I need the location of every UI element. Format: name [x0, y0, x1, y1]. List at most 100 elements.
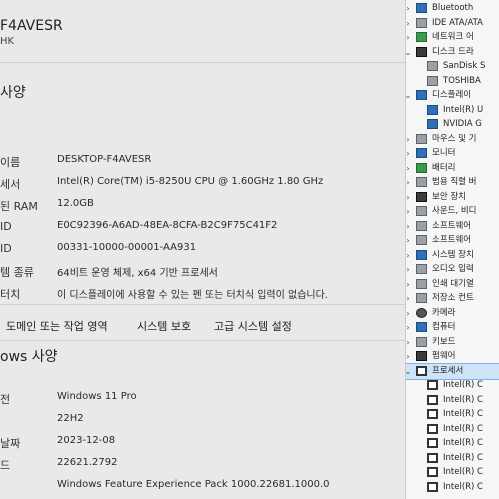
tree-node[interactable]: › 마우스 및 기 [406, 132, 499, 147]
tree-node-label: 인쇄 대기열 [432, 278, 474, 289]
chevron-right-icon[interactable]: › [406, 335, 412, 350]
tree-node-label: 컴퓨터 [432, 322, 456, 332]
chevron-right-icon[interactable]: › [406, 146, 412, 161]
spec-value-pen-touch: 이 디스플레이에 사용할 수 있는 펜 또는 터치식 입력이 없습니다. [57, 290, 328, 301]
chevron-right-icon[interactable]: › [406, 1, 412, 16]
tree-node[interactable]: › 네트워크 어 [406, 30, 499, 45]
spec-label-device-id: ID [0, 220, 12, 233]
tree-node[interactable]: › 모니터 [406, 146, 499, 161]
chevron-right-icon[interactable]: › [406, 277, 412, 292]
tree-node[interactable]: Intel(R) C [406, 422, 499, 437]
chevron-right-icon[interactable]: › [406, 132, 412, 147]
tree-node[interactable]: Intel(R) C [406, 436, 499, 451]
chevron-right-icon[interactable]: › [406, 320, 412, 335]
tree-node-label: Intel(R) C [443, 438, 483, 448]
system-about-panel: F4AVESR HK 사양 이름 DESKTOP-F4AVESR 세서 Inte… [0, 0, 405, 499]
tree-node[interactable]: › 펌웨어 [406, 349, 499, 364]
cpu-icon [427, 394, 438, 405]
chevron-right-icon[interactable]: › [406, 190, 412, 205]
tree-node[interactable]: Intel(R) C [406, 378, 499, 393]
chevron-right-icon[interactable]: › [406, 233, 412, 248]
usb-icon [416, 177, 427, 187]
tree-node-label: 모니터 [432, 148, 456, 158]
tree-node[interactable]: › Bluetooth [406, 1, 499, 16]
tree-node-label: 사운드, 비디 [432, 206, 477, 216]
network-adapter-icon [416, 32, 427, 42]
tree-node-label: 범용 직렬 버 [432, 177, 477, 187]
tree-node[interactable]: ⌄ 디스플레이 [406, 88, 499, 103]
tree-node-label: 디스플레이 [432, 90, 472, 100]
device-manager-tree[interactable]: › Bluetooth › IDE ATA/ATA › 네트워크 어 ⌄ 디스크 드라 SanD… [405, 0, 499, 499]
tree-node[interactable]: › 배터리 [406, 161, 499, 176]
tree-node[interactable]: › 범용 직렬 버 [406, 175, 499, 190]
link-advanced-system-settings[interactable]: 고급 시스템 설정 [214, 318, 292, 334]
tree-node[interactable]: › 사운드, 비디 [406, 204, 499, 219]
tree-node[interactable]: › 저장소 컨트 [406, 291, 499, 306]
device-model-subtitle: HK [0, 36, 15, 47]
tree-node-label: 프로세서 [432, 365, 464, 376]
tree-node[interactable]: › 시스템 장치 [406, 248, 499, 263]
tree-node[interactable]: › 카메라 [406, 306, 499, 321]
tree-node[interactable]: Intel(R) U [406, 103, 499, 118]
divider [0, 304, 405, 305]
chevron-right-icon[interactable]: › [406, 349, 412, 364]
tree-node-label: 저장소 컨트 [432, 293, 474, 303]
chevron-right-icon[interactable]: › [406, 248, 412, 263]
sound-icon [416, 206, 427, 216]
chevron-right-icon[interactable]: › [406, 262, 412, 277]
software-device-icon [416, 235, 427, 245]
tree-node[interactable]: ⌄ 디스크 드라 [406, 45, 499, 60]
chevron-right-icon[interactable]: › [406, 306, 412, 321]
win-spec-value-edition: Windows 11 Pro [57, 391, 137, 402]
chevron-down-icon[interactable]: ⌄ [406, 364, 412, 379]
tree-node[interactable]: › IDE ATA/ATA [406, 16, 499, 31]
tree-node[interactable]: Intel(R) C [406, 480, 499, 495]
device-spec-title: 사양 [0, 85, 26, 101]
tree-node[interactable]: Intel(R) C [406, 407, 499, 422]
tree-node-label: 소프트웨어 [432, 235, 472, 245]
tree-node[interactable]: › 보안 장치 [406, 190, 499, 205]
tree-node[interactable]: › 소프트웨어 [406, 219, 499, 234]
tree-node[interactable]: Intel(R) C [406, 393, 499, 408]
tree-node[interactable]: › 오디오 입력 [406, 262, 499, 277]
tree-node-label: 마우스 및 기 [432, 133, 477, 144]
win-spec-label-edition: 전 [0, 393, 11, 406]
tree-node[interactable]: › 컴퓨터 [406, 320, 499, 335]
display-icon [427, 119, 438, 129]
tree-node[interactable]: › 인쇄 대기열 [406, 277, 499, 292]
spec-value-system-type: 64비트 운영 체제, x64 기반 프로세서 [57, 268, 218, 279]
chevron-right-icon[interactable]: › [406, 291, 412, 306]
battery-icon [416, 162, 427, 173]
tree-node-label: NVIDIA G [443, 119, 482, 129]
tree-node[interactable]: Intel(R) C [406, 465, 499, 480]
tree-node[interactable]: ⌄ 프로세서 [406, 362, 499, 380]
link-system-protection[interactable]: 시스템 보호 [137, 318, 191, 334]
spec-label-system-type: 템 종류 [0, 266, 34, 279]
chevron-right-icon[interactable]: › [406, 219, 412, 234]
bluetooth-icon [416, 3, 427, 13]
cpu-icon [427, 452, 438, 463]
chevron-right-icon[interactable]: › [406, 16, 412, 31]
win-spec-value-experience: Windows Feature Experience Pack 1000.226… [57, 479, 330, 490]
chevron-right-icon[interactable]: › [406, 175, 412, 190]
tree-node-label: Intel(R) C [443, 380, 483, 390]
tree-node[interactable]: › 소프트웨어 [406, 233, 499, 248]
display-adapter-icon [416, 90, 427, 100]
tree-node-label: 키보드 [432, 336, 456, 347]
tree-node[interactable]: NVIDIA G [406, 117, 499, 132]
tree-node[interactable]: SanDisk S [406, 59, 499, 74]
tree-node-label: 펌웨어 [432, 351, 456, 361]
tree-node[interactable]: TOSHIBA [406, 74, 499, 89]
tree-node[interactable]: Intel(R) C [406, 451, 499, 466]
link-domain-workgroup[interactable]: 도메인 또는 작업 영역 [6, 318, 108, 334]
monitor-icon [416, 148, 427, 158]
chevron-right-icon[interactable]: › [406, 204, 412, 219]
tree-node[interactable]: › 키보드 [406, 335, 499, 350]
chevron-down-icon[interactable]: ⌄ [406, 88, 412, 103]
chevron-right-icon[interactable]: › [406, 30, 412, 45]
spec-label-product-id: ID [0, 242, 12, 255]
chevron-right-icon[interactable]: › [406, 161, 412, 176]
spec-value-processor: Intel(R) Core(TM) i5-8250U CPU @ 1.60GHz… [57, 176, 324, 187]
print-queue-icon [416, 278, 427, 289]
chevron-down-icon[interactable]: ⌄ [406, 45, 412, 60]
